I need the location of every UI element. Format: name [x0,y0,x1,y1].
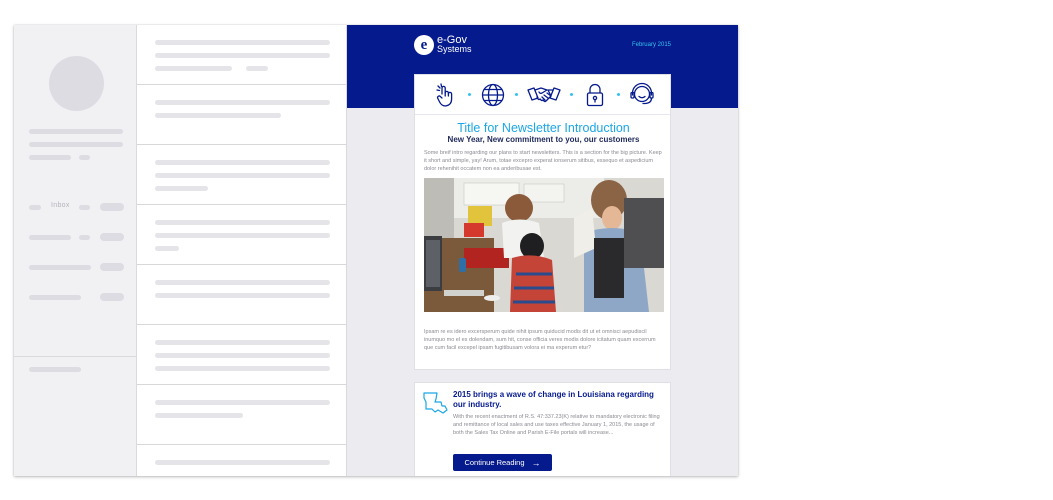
message-line-placeholder [155,293,330,298]
news-card: 2015 brings a wave of change in Louisian… [414,382,671,476]
message-line-placeholder [155,280,330,285]
louisiana-map-icon [423,392,448,414]
message-line-placeholder [246,66,268,71]
message-line-placeholder [155,246,179,251]
message-list [137,25,347,476]
message-line-placeholder [155,400,330,405]
sidebar-meta-placeholder [29,155,71,160]
message-line-placeholder [155,460,330,465]
icon-separator [616,93,620,96]
egov-logo-mark: e [414,35,434,55]
icon-separator [569,93,573,96]
icon-separator [514,93,518,96]
message-line-placeholder [155,100,330,105]
outro-body-text: Ipsam re es idero excersperum quide nihi… [424,329,656,351]
sidebar-name-placeholder [29,129,123,134]
touch-gesture-icon [435,82,452,107]
sidebar-item-bar [79,205,90,210]
message-line-placeholder [155,53,330,58]
sidebar-item-count [100,233,124,241]
sidebar-item-count [100,203,124,211]
newsletter-date: February 2015 [631,42,671,48]
message-list-item[interactable] [137,145,346,205]
message-line-placeholder [155,160,330,165]
sidebar-item-bullet [29,205,41,210]
message-list-item[interactable] [137,85,346,145]
sidebar-item-placeholder[interactable] [29,235,71,240]
intro-subtitle: New Year, New commitment to you, our cus… [447,135,640,144]
sidebar-item-bar [79,235,90,240]
message-list-item[interactable] [137,25,346,85]
message-line-placeholder [155,340,330,345]
message-line-placeholder [155,66,232,71]
intro-body-text: Some breif intro regarding our plans to … [424,150,662,172]
sidebar-item-count [100,293,124,301]
continue-reading-button[interactable]: Continue Reading → [453,454,552,471]
message-line-placeholder [155,366,330,371]
icon-separator [467,93,471,96]
sidebar-item-placeholder[interactable] [29,265,91,270]
message-line-placeholder [155,40,330,45]
team-photo [424,178,664,312]
message-list-item[interactable] [137,385,346,445]
arrow-right-icon: → [531,457,541,468]
sidebar-email-placeholder [29,142,123,147]
egov-logo: e e-Gov Systems [414,35,472,55]
news-body-text: With the recent enactment of R.S. 47:337… [453,414,660,436]
message-list-item[interactable] [137,445,346,476]
sidebar-item-count [100,263,124,271]
globe-icon [481,83,504,106]
email-client-window: Inbox e e-Gov Systems February 2015 Titl… [14,25,738,476]
message-list-item[interactable] [137,325,346,385]
message-line-placeholder [155,233,330,238]
sidebar-divider [14,356,137,357]
sidebar: Inbox [14,25,137,476]
team-photo-illustration [424,178,664,312]
message-line-placeholder [155,413,243,418]
continue-reading-label: Continue Reading [464,458,525,467]
sidebar-item-inbox[interactable]: Inbox [51,202,70,209]
intro-card: Title for Newsletter Introduction New Ye… [414,74,672,370]
message-line-placeholder [155,220,330,225]
message-line-placeholder [155,113,281,118]
message-list-item[interactable] [137,265,346,325]
padlock-icon [586,83,603,106]
message-list-item[interactable] [137,205,346,265]
sidebar-footer-placeholder[interactable] [29,367,81,372]
sidebar-meta-placeholder [79,155,90,160]
handshake-icon [526,86,561,102]
sidebar-item-placeholder[interactable] [29,295,81,300]
avatar-placeholder[interactable] [49,56,104,111]
brand-name-line2: Systems [437,44,472,54]
intro-title: Title for Newsletter Introduction [457,121,630,135]
message-line-placeholder [155,173,330,178]
feature-icon-row [415,75,672,115]
news-title[interactable]: 2015 brings a wave of change in Louisian… [453,390,663,410]
reading-pane: e e-Gov Systems February 2015 Title for … [347,25,738,476]
headset-support-icon [629,82,654,104]
message-line-placeholder [155,353,330,358]
message-line-placeholder [155,186,208,191]
